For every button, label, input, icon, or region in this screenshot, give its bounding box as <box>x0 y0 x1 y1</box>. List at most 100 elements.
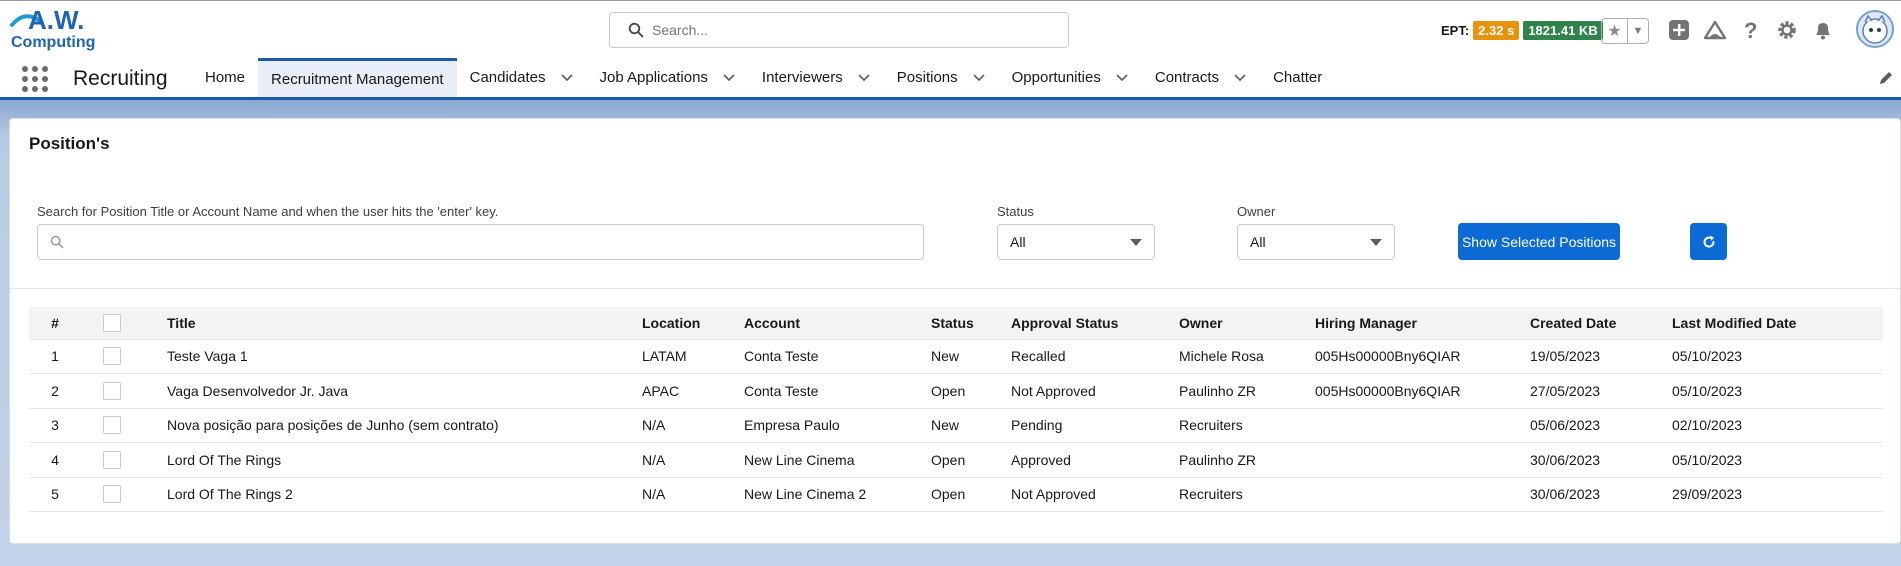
status-select[interactable]: All <box>997 224 1155 260</box>
column-header[interactable]: Status <box>931 307 1011 340</box>
positions-table: # Title Location Account Status Approval Stat… <box>29 307 1883 512</box>
last-modified-date-cell: 29/09/2023 <box>1672 477 1883 512</box>
nav-tab-positions[interactable]: Positions <box>884 58 999 97</box>
location-cell: N/A <box>642 442 744 478</box>
table-row[interactable]: 4 Lord Of The Rings N/A New Line Cinema Open… <box>29 442 1883 478</box>
avatar[interactable] <box>1856 10 1894 48</box>
hiring-manager-cell <box>1315 408 1530 443</box>
add-icon[interactable] <box>1666 17 1692 43</box>
last-modified-date-cell: 02/10/2023 <box>1672 408 1883 443</box>
row-checkbox[interactable] <box>103 347 121 366</box>
approval-status-cell: Approved <box>1011 442 1179 478</box>
nav-tab-job-applications[interactable]: Job Applications <box>587 58 749 97</box>
last-modified-date-cell: 05/10/2023 <box>1672 373 1883 409</box>
star-icon[interactable]: ★ <box>1602 19 1628 43</box>
global-header: A.W. Computing Search... EPT: 2.32 s 182… <box>0 0 1901 58</box>
status-label: Status <box>997 204 1034 219</box>
trailhead-icon[interactable] <box>1702 17 1728 43</box>
owner-select[interactable]: All <box>1237 224 1395 260</box>
status-cell: New <box>931 339 1011 374</box>
notification-bell-icon[interactable] <box>1810 17 1836 43</box>
search-icon <box>628 22 644 38</box>
app-navigation-bar: Recruiting Home Recruitment Management Can… <box>0 58 1901 100</box>
title-cell: Teste Vaga 1 <box>167 339 642 374</box>
account-cell: Empresa Paulo <box>744 408 931 443</box>
chevron-down-icon[interactable] <box>560 71 574 85</box>
table-body: 1 Teste Vaga 1 LATAM Conta Teste New Recalled… <box>29 339 1883 512</box>
title-cell: Vaga Desenvolvedor Jr. Java <box>167 373 642 409</box>
app-launcher-icon[interactable] <box>22 66 48 92</box>
column-header[interactable]: Hiring Manager <box>1315 307 1530 340</box>
table-row[interactable]: 3 Nova posição para posições de Junho (se… <box>29 408 1883 443</box>
table-row[interactable]: 2 Vaga Desenvolvedor Jr. Java APAC Conta Te… <box>29 373 1883 409</box>
nav-tab-home[interactable]: Home <box>192 58 258 97</box>
ept-indicator: EPT: 2.32 s 1821.41 KB <box>1441 21 1603 40</box>
column-header[interactable]: Last Modified Date <box>1672 307 1883 340</box>
row-number: 5 <box>29 477 95 512</box>
status-select-value: All <box>1010 234 1026 250</box>
search-placeholder: Search... <box>652 22 709 38</box>
column-header[interactable]: Account <box>744 307 931 340</box>
location-cell: N/A <box>642 477 744 512</box>
row-number: 1 <box>29 339 95 374</box>
nav-tab-label: Job Applications <box>599 69 708 86</box>
row-checkbox[interactable] <box>103 381 121 400</box>
card-title: Position's <box>29 134 110 153</box>
global-search-input[interactable]: Search... <box>609 12 1069 48</box>
column-header[interactable]: Title <box>167 307 642 340</box>
chevron-down-icon[interactable]: ▼ <box>1628 19 1648 43</box>
row-checkbox-cell <box>95 408 167 443</box>
row-checkbox[interactable] <box>103 485 121 504</box>
column-header[interactable]: Location <box>642 307 744 340</box>
select-all-checkbox-cell <box>95 307 167 340</box>
created-date-cell: 19/05/2023 <box>1530 339 1672 374</box>
table-header-row: # Title Location Account Status Approval Stat… <box>29 307 1883 340</box>
nav-tab-chatter[interactable]: Chatter <box>1260 58 1335 97</box>
search-icon <box>50 235 64 249</box>
hiring-manager-cell: 005Hs00000Bny6QIAR <box>1315 373 1530 409</box>
nav-tab-candidates[interactable]: Candidates <box>457 58 587 97</box>
column-header[interactable]: Created Date <box>1530 307 1672 340</box>
owner-cell: Recruiters <box>1179 477 1315 512</box>
search-label: Search for Position Title or Account Nam… <box>37 204 499 219</box>
hiring-manager-cell <box>1315 477 1530 512</box>
gear-icon[interactable] <box>1774 17 1800 43</box>
company-logo[interactable]: A.W. Computing <box>10 5 106 53</box>
nav-tab-opportunities[interactable]: Opportunities <box>999 58 1142 97</box>
row-checkbox-cell <box>95 477 167 512</box>
refresh-button[interactable] <box>1690 223 1727 260</box>
nav-tab-label: Recruitment Management <box>271 70 444 88</box>
position-search-input[interactable] <box>37 224 924 260</box>
created-date-cell: 05/06/2023 <box>1530 408 1672 443</box>
table-row[interactable]: 5 Lord Of The Rings 2 N/A New Line Cinema 2… <box>29 477 1883 512</box>
positions-card: Position's Search for Position Title or … <box>9 118 1901 544</box>
table-row[interactable]: 1 Teste Vaga 1 LATAM Conta Teste New Recalled… <box>29 339 1883 374</box>
owner-select-value: All <box>1250 234 1266 250</box>
column-header[interactable]: Owner <box>1179 307 1315 340</box>
chevron-down-icon[interactable] <box>1115 71 1129 85</box>
column-header[interactable]: Approval Status <box>1011 307 1179 340</box>
nav-tab-interviewers[interactable]: Interviewers <box>749 58 884 97</box>
owner-cell: Michele Rosa <box>1179 339 1315 374</box>
show-selected-positions-button[interactable]: Show Selected Positions <box>1458 223 1620 260</box>
edit-nav-pencil-icon[interactable] <box>1878 70 1894 86</box>
nav-tab-recruitment-management[interactable]: Recruitment Management <box>258 58 457 97</box>
row-checkbox[interactable] <box>103 416 121 435</box>
status-cell: Open <box>931 373 1011 409</box>
created-date-cell: 27/05/2023 <box>1530 373 1672 409</box>
row-checkbox-cell <box>95 339 167 374</box>
column-header[interactable]: # <box>29 307 95 340</box>
chevron-down-icon[interactable] <box>722 71 736 85</box>
logo-top-text: A.W. <box>28 5 84 35</box>
select-all-checkbox[interactable] <box>103 313 121 332</box>
help-icon[interactable]: ? <box>1738 17 1764 43</box>
chevron-down-icon[interactable] <box>972 71 986 85</box>
title-cell: Lord Of The Rings 2 <box>167 477 642 512</box>
location-cell: LATAM <box>642 339 744 374</box>
nav-tab-contracts[interactable]: Contracts <box>1142 58 1260 97</box>
chevron-down-icon[interactable] <box>857 71 871 85</box>
row-checkbox[interactable] <box>103 450 121 469</box>
caret-down-icon <box>1370 238 1382 246</box>
nav-tab-label: Contracts <box>1154 69 1220 86</box>
chevron-down-icon[interactable] <box>1233 71 1247 85</box>
